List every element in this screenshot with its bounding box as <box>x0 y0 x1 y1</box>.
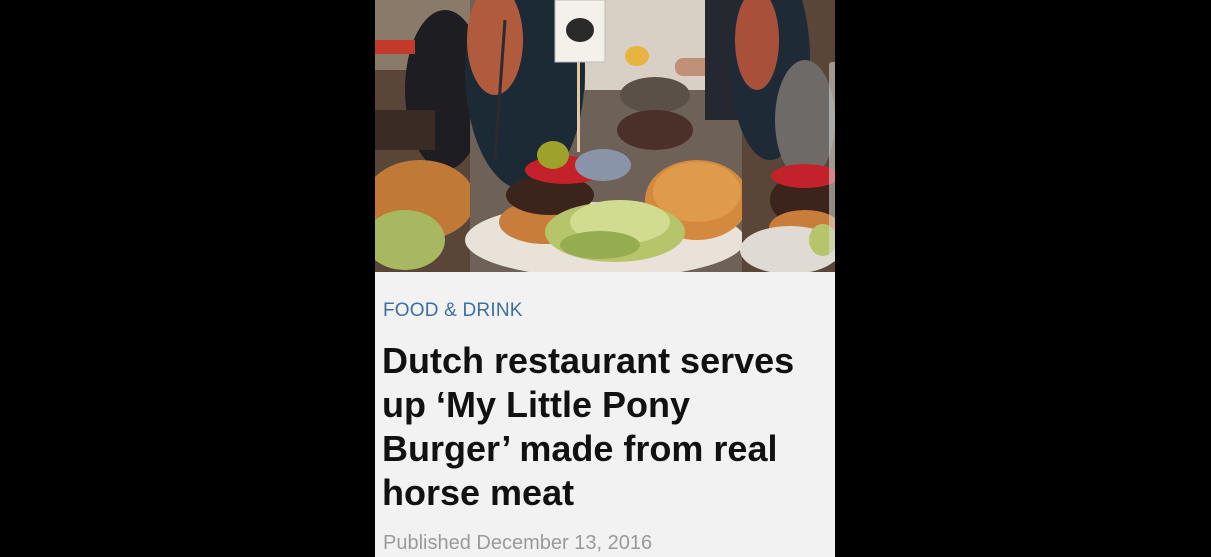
scroll-edge-indicator <box>829 62 835 262</box>
category-label[interactable]: FOOD & DRINK <box>383 300 523 322</box>
article-card: FOOD & DRINK Dutch restaurant serves up … <box>375 0 835 557</box>
center-photo <box>465 0 749 272</box>
published-date: Published December 13, 2016 <box>383 532 653 554</box>
burger-photo <box>375 0 835 272</box>
hero-image[interactable] <box>375 0 835 272</box>
article-headline[interactable]: Dutch restaurant serves up ‘My Little Po… <box>382 339 827 515</box>
right-blur-panel <box>730 0 835 272</box>
